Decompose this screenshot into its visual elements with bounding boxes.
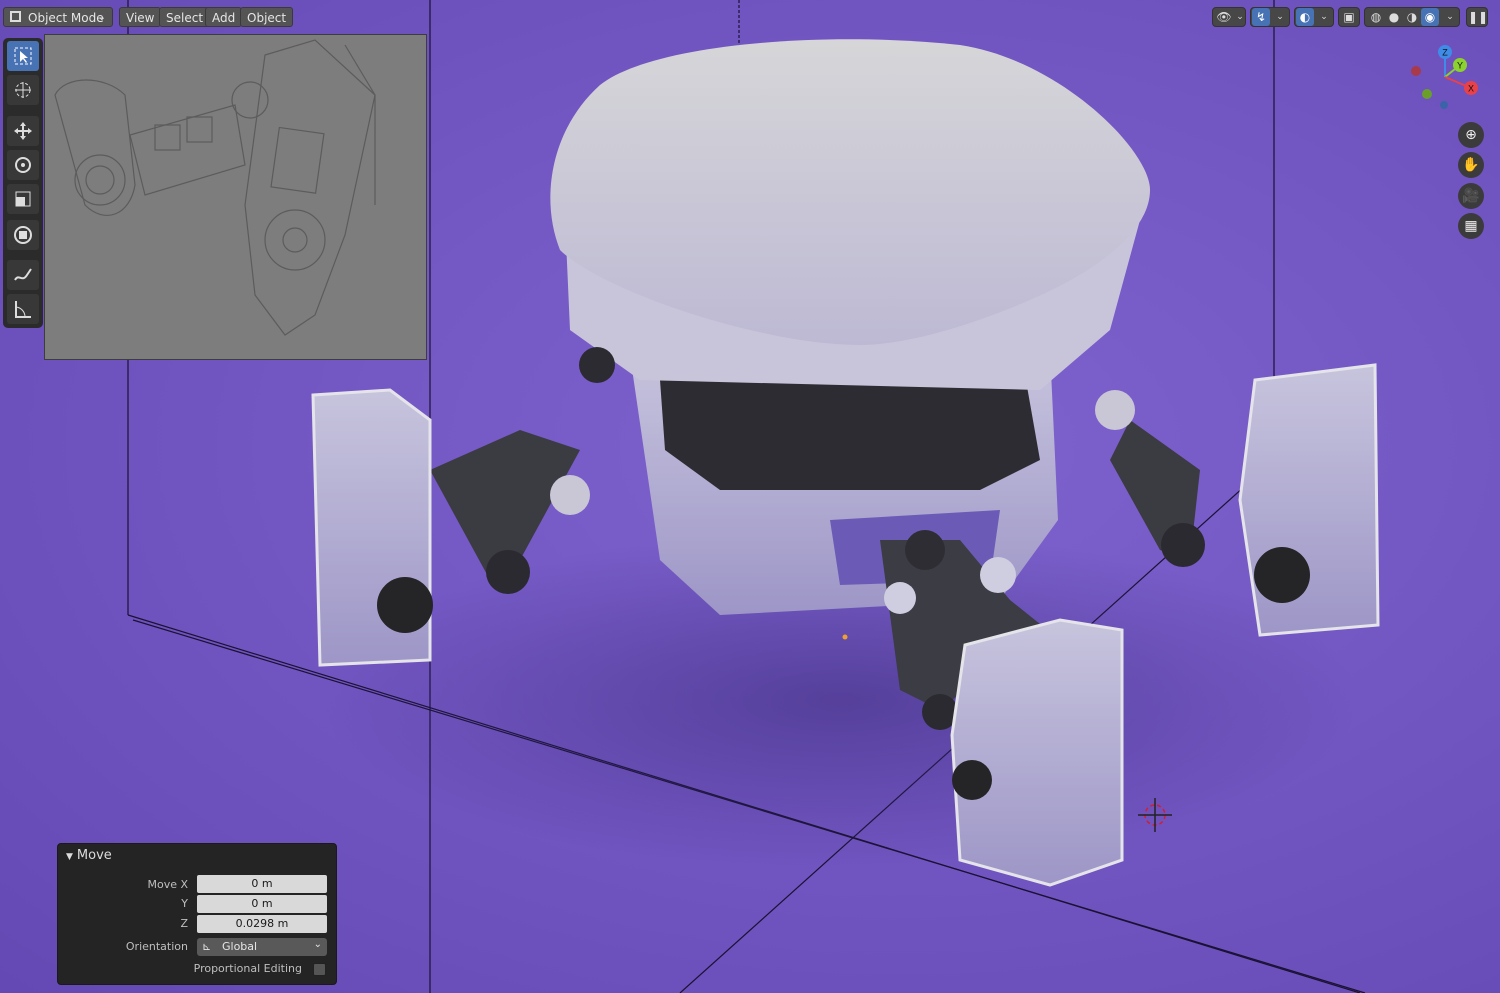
view-menu[interactable]: View (119, 7, 162, 27)
viewport-header: Object Mode ⌄ View Select Add Object 👁 ⌄… (0, 4, 1500, 30)
camera-icon[interactable]: 🎥 (1458, 183, 1484, 209)
3d-viewport[interactable]: Object Mode ⌄ View Select Add Object 👁 ⌄… (0, 0, 1500, 993)
rotate-icon (15, 157, 31, 173)
visibility-dropdown[interactable]: 👁 ⌄ (1212, 7, 1246, 27)
chevron-down-icon: ⌄ (1236, 12, 1244, 22)
orientation-value: Global (222, 940, 258, 953)
object-mode-icon (10, 11, 21, 22)
zoom-icon[interactable]: ⊕ (1458, 122, 1484, 148)
orientation-axis-icon: ⊾ (202, 940, 212, 953)
object-menu[interactable]: Object (240, 7, 294, 27)
shading-mode-group: ◍ ● ◑ ◉ ⌄ (1364, 7, 1460, 27)
move-z-label: Z (180, 917, 188, 930)
perspective-grid-icon[interactable]: ▦ (1458, 213, 1484, 239)
measure-icon (15, 301, 31, 318)
move-icon (14, 122, 32, 140)
add-menu[interactable]: Add (205, 7, 243, 27)
orientation-label: Orientation (125, 940, 188, 953)
pan-hand-icon[interactable]: ✋ (1458, 152, 1484, 178)
cursor-tool[interactable] (7, 75, 39, 105)
last-operator-panel: ▼ Move Move X 0 m Y 0 m Z 0.0298 m Orient… (57, 843, 337, 985)
select-box-tool[interactable] (7, 41, 39, 71)
xray-toggle[interactable]: ▣ (1338, 7, 1360, 27)
robot-sketch-image (54, 39, 376, 336)
chevron-down-icon: ⌄ (1320, 12, 1328, 22)
reference-image-empty[interactable] (44, 34, 427, 360)
gizmo-z-label: Z (1442, 48, 1448, 58)
chevron-down-icon: ⌄ (1276, 12, 1284, 22)
move-x-field[interactable]: 0 m (197, 875, 327, 893)
object-mode-dropdown[interactable]: Object Mode ⌄ (3, 7, 113, 27)
gizmo-toggle[interactable]: ↯ ⌄ (1250, 7, 1290, 27)
rotate-tool[interactable] (7, 150, 39, 180)
pause-render-button[interactable]: ❚❚ (1466, 7, 1488, 27)
solid-shading-icon[interactable]: ● (1385, 8, 1403, 26)
gizmo-icon: ↯ (1252, 8, 1270, 26)
wireframe-shading-icon[interactable]: ◍ (1367, 8, 1385, 26)
annotate-tool[interactable] (7, 260, 39, 290)
orientation-dropdown[interactable]: ⊾ Global ⌄ (197, 938, 327, 956)
proportional-editing-checkbox[interactable] (313, 963, 326, 976)
chevron-down-icon: ⌄ (97, 12, 106, 23)
move-y-field[interactable]: 0 m (197, 895, 327, 913)
move-y-label: Y (181, 897, 188, 910)
gizmo-y-label: Y (1457, 61, 1463, 71)
select-box-icon (14, 47, 32, 65)
object-mode-label: Object Mode (28, 11, 104, 25)
cursor-icon (15, 82, 31, 98)
transform-tool[interactable] (7, 220, 39, 250)
rendered-shading-icon[interactable]: ◉ (1421, 8, 1439, 26)
chevron-down-icon: ⌄ (313, 939, 322, 950)
material-shading-icon[interactable]: ◑ (1403, 8, 1421, 26)
disclosure-triangle-icon: ▼ (66, 852, 73, 862)
xray-icon: ▣ (1343, 10, 1355, 24)
overlay-toggle[interactable]: ◐ ⌄ (1294, 7, 1334, 27)
measure-tool[interactable] (7, 294, 39, 324)
move-z-field[interactable]: 0.0298 m (197, 915, 327, 933)
operator-title[interactable]: ▼ Move (66, 848, 112, 863)
move-tool[interactable] (7, 116, 39, 146)
annotate-icon (14, 268, 32, 281)
transform-icon (14, 226, 32, 244)
overlay-icon: ◐ (1296, 8, 1314, 26)
chevron-down-icon[interactable]: ⌄ (1441, 8, 1459, 26)
move-x-label: Move X (147, 878, 188, 891)
operator-title-text: Move (76, 848, 112, 863)
gizmo-x-label: X (1468, 84, 1474, 94)
tool-shelf (3, 38, 43, 328)
select-menu[interactable]: Select (159, 7, 211, 27)
navigation-gizmo[interactable]: Z Y X (1405, 42, 1485, 112)
scale-icon (15, 191, 31, 207)
pause-icon: ❚❚ (1468, 10, 1489, 24)
scale-tool[interactable] (7, 184, 39, 214)
proportional-editing-label: Proportional Editing (193, 962, 302, 975)
